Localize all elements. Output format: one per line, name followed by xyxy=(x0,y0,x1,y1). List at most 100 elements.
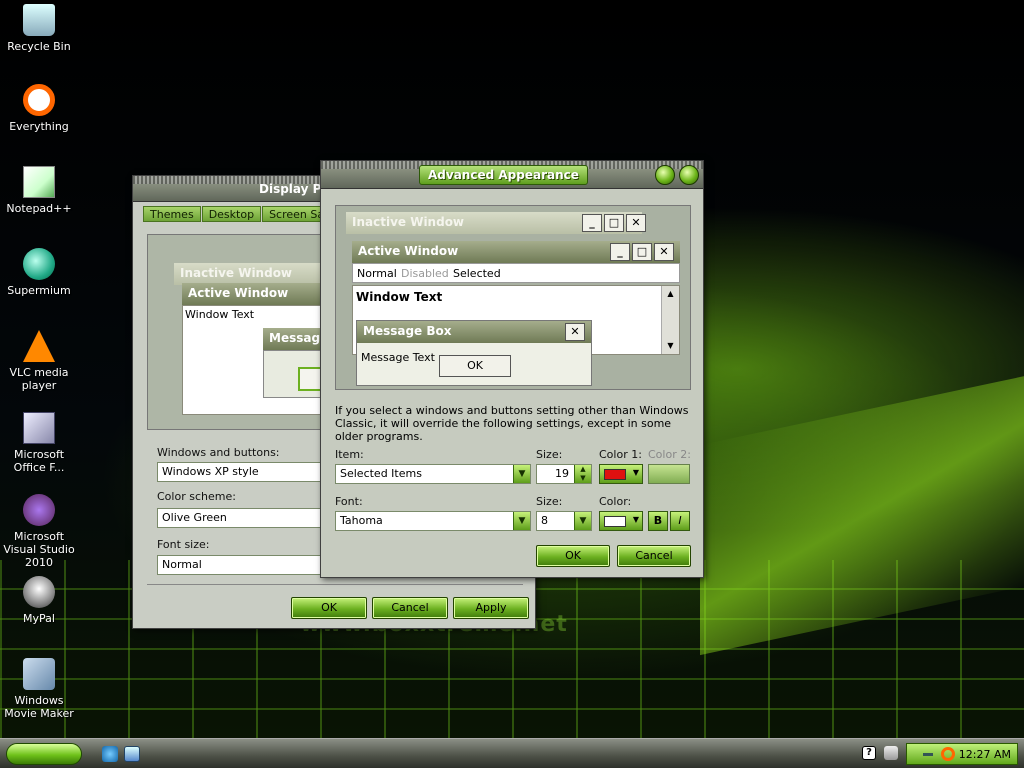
close-icon: ✕ xyxy=(626,214,646,232)
size-spinner-value: 19 xyxy=(555,467,569,480)
menu-selected: Selected xyxy=(453,267,501,280)
help-button[interactable] xyxy=(655,165,675,185)
chevron-down-icon[interactable]: ▼ xyxy=(513,465,530,483)
tab-desktop[interactable]: Desktop xyxy=(201,206,262,222)
italic-toggle[interactable]: I xyxy=(670,511,690,531)
show-desktop-icon[interactable] xyxy=(124,746,140,762)
ok-button[interactable]: OK xyxy=(536,545,610,567)
desktop-icon-mypal[interactable]: MyPal xyxy=(0,576,78,625)
chevron-down-icon[interactable]: ▼ xyxy=(513,512,530,530)
advanced-preview: Inactive Window _ □ ✕ Active Window _ □ … xyxy=(335,205,691,390)
display-properties-tabs: Themes Desktop Screen Saver xyxy=(143,206,350,222)
preview-message-ok-button: OK xyxy=(439,355,511,377)
apply-button[interactable]: Apply xyxy=(453,597,529,619)
color1-label: Color 1: xyxy=(599,448,642,461)
preview-menu-bar: Normal Disabled Selected xyxy=(352,263,680,283)
color1-button[interactable]: ▼ xyxy=(599,464,643,484)
spinner-arrows-icon[interactable]: ▲ ▼ xyxy=(574,465,591,483)
help-icon[interactable]: ? xyxy=(862,746,876,760)
desktop-icon-notepad-plus-plus[interactable]: Notepad++ xyxy=(0,166,78,215)
close-button[interactable] xyxy=(679,165,699,185)
preview-scrollbar: ▲ ▼ xyxy=(661,286,679,354)
size-label: Size: xyxy=(536,448,563,461)
taskbar: ? 12:27 AM xyxy=(0,738,1024,768)
font-label: Font: xyxy=(335,495,363,508)
desktop-icon-label: Windows Movie Maker xyxy=(4,694,74,720)
scroll-down-icon: ▼ xyxy=(667,341,674,350)
advanced-appearance-titlebar[interactable]: Advanced Appearance xyxy=(321,161,703,189)
minimize-icon: _ xyxy=(610,243,630,261)
tray-clock[interactable]: 12:27 AM xyxy=(959,748,1011,761)
font-color-swatch xyxy=(604,516,626,527)
microsoft-office-icon xyxy=(23,412,55,444)
menu-disabled: Disabled xyxy=(401,267,449,280)
maximize-icon: □ xyxy=(632,243,652,261)
ok-button[interactable]: OK xyxy=(291,597,367,619)
system-tray: 12:27 AM xyxy=(906,743,1018,765)
windows-buttons-select[interactable]: Windows XP style xyxy=(157,462,337,482)
preview-window-text: Window Text xyxy=(185,308,255,321)
color-scheme-select[interactable]: Olive Green xyxy=(157,508,337,528)
desktop-icon-label: Supermium xyxy=(7,284,71,297)
windows-buttons-label: Windows and buttons: xyxy=(157,446,280,459)
desktop-icon-label: Recycle Bin xyxy=(7,40,71,53)
visual-studio-icon xyxy=(23,494,55,526)
font-color-button[interactable]: ▼ xyxy=(599,511,643,531)
start-button[interactable] xyxy=(6,743,82,765)
desktop-icon-movie-maker[interactable]: Windows Movie Maker xyxy=(0,658,78,720)
desktop-icon-everything[interactable]: Everything xyxy=(0,84,78,133)
maximize-icon: □ xyxy=(604,214,624,232)
scroll-up-icon: ▲ xyxy=(667,289,674,298)
window-title: Advanced Appearance xyxy=(419,165,588,185)
item-select[interactable]: Selected Items ▼ xyxy=(335,464,531,484)
chevron-down-icon: ▼ xyxy=(632,515,639,524)
movie-maker-icon xyxy=(23,658,55,690)
font-size-label: Font size: xyxy=(157,538,210,551)
bold-toggle[interactable]: B xyxy=(648,511,668,531)
desktop-icon-recycle-bin[interactable]: Recycle Bin xyxy=(0,4,78,53)
font-select[interactable]: Tahoma ▼ xyxy=(335,511,531,531)
desktop-icon-visual-studio[interactable]: Microsoft Visual Studio 2010 xyxy=(0,494,78,569)
recycle-bin-icon xyxy=(23,4,55,36)
internet-explorer-icon[interactable] xyxy=(102,746,118,762)
menu-normal: Normal xyxy=(357,267,397,280)
preview-active-title: Active Window xyxy=(352,241,680,263)
desktop-icon-supermium[interactable]: Supermium xyxy=(0,248,78,297)
desktop-icon-microsoft-office[interactable]: Microsoft Office F... xyxy=(0,412,78,474)
cancel-button[interactable]: Cancel xyxy=(372,597,448,619)
everything-search-icon xyxy=(23,84,55,116)
vlc-cone-icon xyxy=(23,330,55,362)
cancel-button[interactable]: Cancel xyxy=(617,545,691,567)
size-spinner[interactable]: 19 ▲ ▼ xyxy=(536,464,592,484)
desktop-icon-label: VLC media player xyxy=(9,366,69,392)
desktop-icon-vlc[interactable]: VLC media player xyxy=(0,330,78,392)
desktop-icon-label: Microsoft Visual Studio 2010 xyxy=(3,530,75,569)
font-size-select-value: 8 xyxy=(541,514,548,527)
network-icon[interactable] xyxy=(884,746,898,760)
close-icon: ✕ xyxy=(654,243,674,261)
desktop-icon-label: Microsoft Office F... xyxy=(13,448,65,474)
font-size-select[interactable]: 8 ▼ xyxy=(536,511,592,531)
color1-swatch xyxy=(604,469,626,480)
preview-window-text: Window Text xyxy=(356,290,443,304)
desktop-icon-label: Everything xyxy=(9,120,69,133)
color2-label: Color 2: xyxy=(648,448,691,461)
minimize-icon: _ xyxy=(582,214,602,232)
chevron-down-icon[interactable]: ▼ xyxy=(574,512,591,530)
color2-button[interactable] xyxy=(648,464,690,484)
everything-tray-icon[interactable] xyxy=(941,747,955,761)
font-size-select[interactable]: Normal xyxy=(157,555,337,575)
advanced-appearance-window: Advanced Appearance Inactive Window _ □ … xyxy=(320,160,704,578)
item-select-value: Selected Items xyxy=(340,467,422,480)
supermium-browser-icon xyxy=(23,248,55,280)
preview-message-box-title: Message Box xyxy=(357,321,591,343)
mypal-browser-icon xyxy=(23,576,55,608)
close-icon: ✕ xyxy=(565,323,585,341)
item-label: Item: xyxy=(335,448,364,461)
tray-line-icon xyxy=(923,753,933,756)
chevron-down-icon: ▼ xyxy=(632,468,639,477)
preview-message-text: Message Text xyxy=(361,351,435,364)
tab-themes[interactable]: Themes xyxy=(143,206,201,222)
notepad-plus-plus-icon xyxy=(23,166,55,198)
divider xyxy=(147,584,523,585)
